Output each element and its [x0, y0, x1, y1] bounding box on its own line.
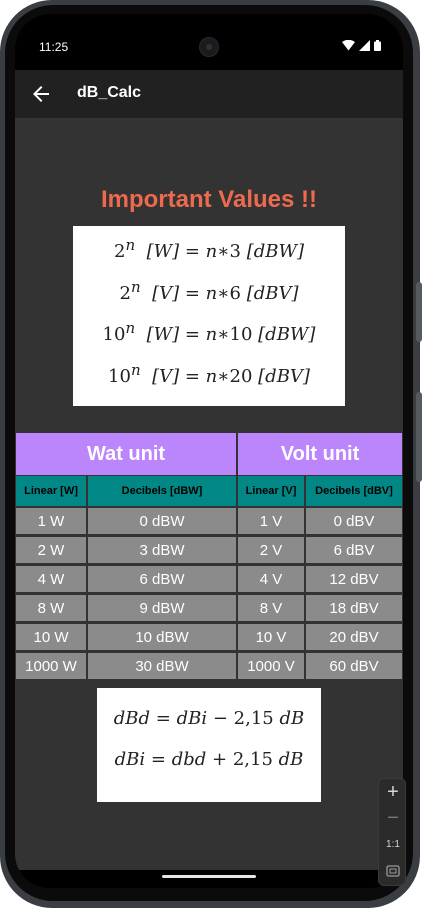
table-cell: 4 V — [238, 566, 304, 592]
formula-line: dBd = dBi − 2,15 dB — [113, 708, 305, 729]
table-cell: 2 W — [16, 537, 86, 563]
wifi-icon — [342, 40, 355, 51]
app-title: dB_Calc — [77, 84, 142, 101]
status-time: 11:25 — [39, 40, 69, 54]
status-icons — [342, 40, 381, 51]
zoom-out-button[interactable]: − — [379, 807, 407, 830]
table-cell: 0 dBW — [88, 508, 236, 534]
table-cell: 1 W — [16, 508, 86, 534]
table-cell: 10 dBW — [88, 624, 236, 650]
table-cell: 8 W — [16, 595, 86, 621]
column-header: Decibels [dBW] — [88, 476, 236, 506]
power-button — [416, 392, 422, 482]
main-content: Important Values !! 2n [W] = n∗3 [dBW] 2… — [15, 118, 403, 870]
table-cell: 0 dBV — [306, 508, 402, 534]
zoom-reset-button[interactable]: 1:1 — [379, 839, 407, 850]
table-cell: 10 W — [16, 624, 86, 650]
power-formula-box: 2n [W] = n∗3 [dBW] 2n [V] = n∗6 [dBV] 10… — [73, 226, 345, 406]
table-cell: 1000 V — [238, 653, 304, 679]
front-camera — [199, 37, 219, 57]
table-cell: 4 W — [16, 566, 86, 592]
back-arrow-icon[interactable] — [29, 82, 53, 106]
watt-group-header: Wat unit — [16, 433, 236, 475]
table-cell: 1 V — [238, 508, 304, 534]
table-cell: 10 V — [238, 624, 304, 650]
table-cell: 30 dBW — [88, 653, 236, 679]
screen: 11:25 dB_Calc Important Values !! 2n [W]… — [15, 14, 403, 888]
signal-icon — [359, 40, 370, 51]
table-cell: 20 dBV — [306, 624, 402, 650]
volume-button — [416, 282, 422, 342]
table-cell: 9 dBW — [88, 595, 236, 621]
formula-line: dBi = dbd + 2,15 dB — [114, 749, 304, 770]
column-header: Decibels [dBV] — [306, 476, 402, 506]
formula-line: 10n [V] = n∗20 [dBV] — [108, 361, 310, 387]
emulator-zoom-controls: + − 1:1 — [378, 778, 406, 886]
formula-line: 10n [W] = n∗10 [dBW] — [102, 319, 316, 345]
antenna-gain-formula-box: dBd = dBi − 2,15 dB dBi = dbd + 2,15 dB — [97, 688, 321, 802]
battery-icon — [374, 40, 381, 51]
screenshot-icon[interactable] — [386, 865, 400, 877]
page-heading: Important Values !! — [100, 186, 318, 213]
table-cell: 8 V — [238, 595, 304, 621]
column-header: Linear [V] — [238, 476, 304, 506]
formula-line: 2n [W] = n∗3 [dBW] — [114, 236, 304, 262]
table-cell: 12 dBV — [306, 566, 402, 592]
table-cell: 6 dBW — [88, 566, 236, 592]
gesture-nav-handle[interactable] — [162, 875, 256, 878]
volt-group-header: Volt unit — [238, 433, 402, 475]
table-cell: 18 dBV — [306, 595, 402, 621]
zoom-in-button[interactable]: + — [379, 781, 407, 804]
table-cell: 1000 W — [16, 653, 86, 679]
app-bar: dB_Calc — [15, 70, 403, 118]
table-cell: 60 dBV — [306, 653, 402, 679]
table-cell: 2 V — [238, 537, 304, 563]
table-cell: 3 dBW — [88, 537, 236, 563]
status-bar: 11:25 — [15, 14, 403, 70]
formula-line: 2n [V] = n∗6 [dBV] — [119, 278, 299, 304]
table-cell: 6 dBV — [306, 537, 402, 563]
column-header: Linear [W] — [16, 476, 86, 506]
